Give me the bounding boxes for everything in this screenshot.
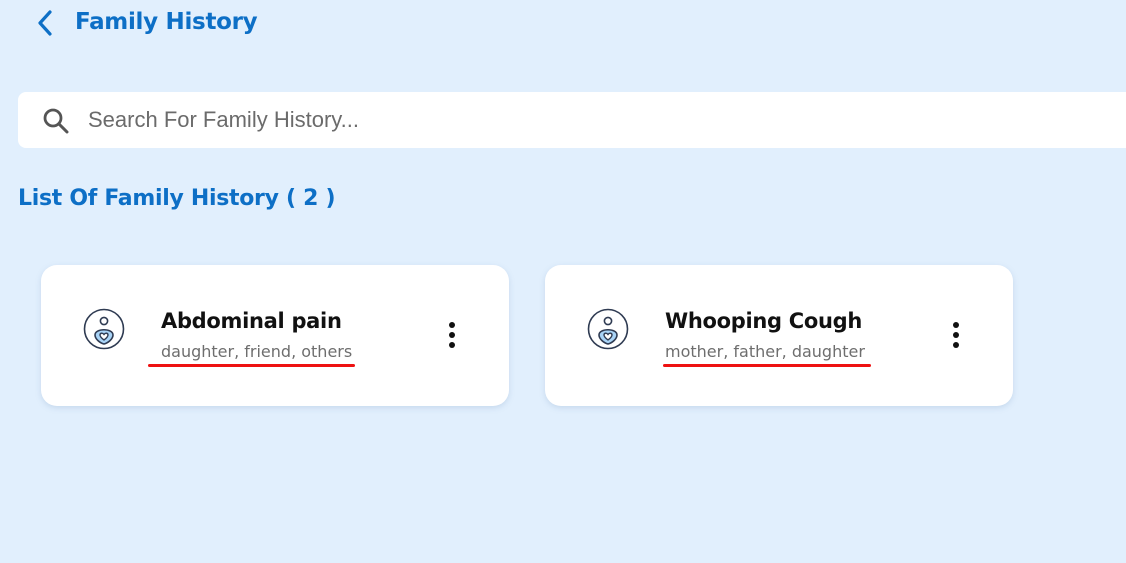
highlight-underline — [663, 364, 871, 367]
more-options-icon[interactable] — [445, 321, 459, 349]
family-history-card[interactable]: Whooping Cough mother, father, daughter — [545, 265, 1013, 406]
page-title: Family History — [75, 9, 258, 35]
search-icon — [43, 108, 69, 134]
family-health-icon — [83, 308, 125, 350]
search-bar[interactable] — [18, 92, 1126, 148]
family-history-card[interactable]: Abdominal pain daughter, friend, others — [41, 265, 509, 406]
relations-text: daughter, friend, others — [161, 342, 353, 361]
list-title: List Of Family History ( 2 ) — [18, 186, 336, 211]
family-health-icon — [587, 308, 629, 350]
more-options-icon[interactable] — [949, 321, 963, 349]
chevron-left-icon — [38, 10, 52, 36]
highlight-underline — [148, 364, 355, 367]
back-button[interactable] — [30, 8, 60, 38]
condition-name: Whooping Cough — [665, 309, 863, 333]
search-input[interactable] — [88, 92, 988, 148]
relations-text: mother, father, daughter — [665, 342, 865, 361]
condition-name: Abdominal pain — [161, 309, 342, 333]
header: Family History — [0, 0, 1126, 48]
